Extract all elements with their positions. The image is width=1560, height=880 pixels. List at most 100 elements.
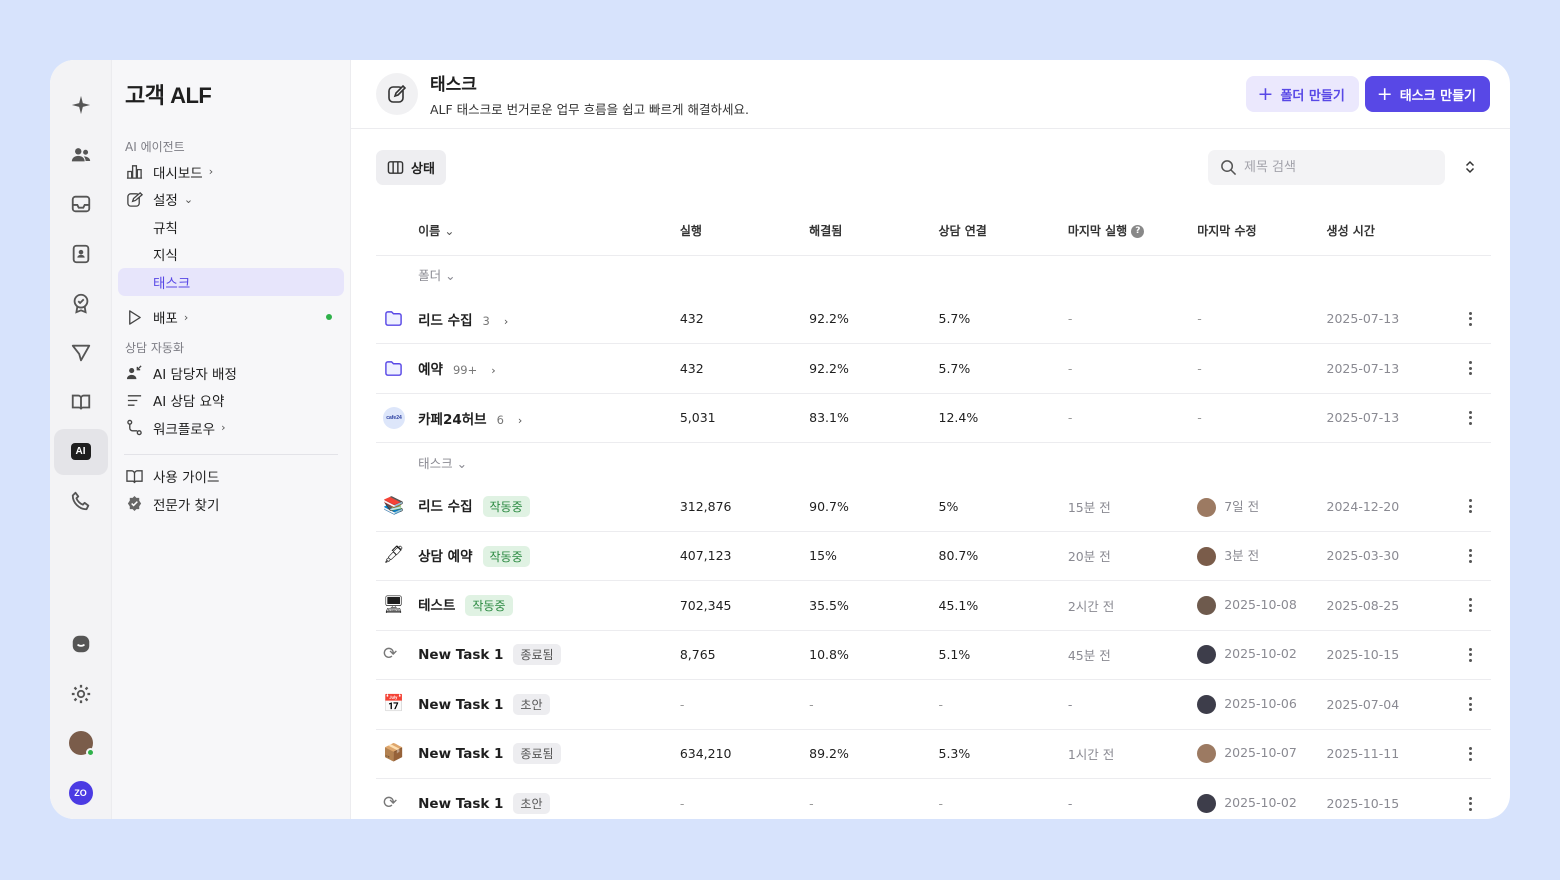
chevron-down-icon: ⌄ xyxy=(452,455,468,471)
sidebar-item-expert[interactable]: 전문가 찾기 xyxy=(118,490,344,518)
create-folder-label: 폴더 만들기 xyxy=(1280,88,1345,104)
more-vertical-icon[interactable] xyxy=(1451,796,1491,811)
task-row[interactable]: 🖋 상담 예약 작동중 407,123 15% 80.7% 20분 전 3분 전 2025-03… xyxy=(376,531,1491,581)
cell-resolved: 10.8% xyxy=(809,630,939,680)
user-avatar[interactable] xyxy=(54,720,108,766)
workflow-icon xyxy=(125,419,143,437)
more-vertical-icon[interactable] xyxy=(1451,598,1491,613)
help-icon[interactable]: ? xyxy=(1131,225,1145,239)
more-vertical-icon[interactable] xyxy=(1451,647,1491,662)
last-modified-text: 2025-10-06 xyxy=(1224,695,1297,711)
row-name: New Task 1 xyxy=(418,796,504,812)
inbox-icon[interactable] xyxy=(54,181,108,227)
folder-row[interactable]: cafe24 카페24허브 6 › 5,031 83.1% 12.4% - -2025-07-1… xyxy=(376,393,1491,443)
sort-toggle-button[interactable] xyxy=(1455,152,1485,182)
folder-row[interactable]: 리드 수집 3 › 432 92.2% 5.7% - -2025-07-13 xyxy=(376,294,1491,344)
more-vertical-icon[interactable] xyxy=(1451,746,1491,761)
more-vertical-icon[interactable] xyxy=(1451,548,1491,563)
cell-last-run: - xyxy=(1067,796,1073,811)
sidebar-item-knowledge[interactable]: 지식 xyxy=(118,241,344,269)
cell-last-run: - xyxy=(1067,294,1198,344)
task-row[interactable]: ⟳ New Task 1 초안 - - - - 2025-10-02 2025-10-15 xyxy=(376,779,1491,820)
gear-icon[interactable] xyxy=(54,671,108,717)
chevron-down-icon: ⌄ xyxy=(444,224,455,239)
create-task-button[interactable]: + 태스크 만들기 xyxy=(1364,76,1490,112)
column-header-created: 생성 시간 xyxy=(1326,207,1451,256)
view-status-button[interactable]: 상태 xyxy=(376,149,446,185)
cell-created: 2025-07-13 xyxy=(1326,343,1451,394)
search-box[interactable] xyxy=(1208,149,1445,185)
group-row-folders[interactable]: 폴더 ⌄ xyxy=(376,255,1491,294)
sidebar-item-ai-summary[interactable]: AI 상담 요약 xyxy=(118,387,344,415)
sidebar-item-deploy[interactable]: 배포 › xyxy=(118,304,344,332)
menu-column-header xyxy=(1450,207,1491,256)
cell-created: 2025-07-13 xyxy=(1326,294,1451,344)
plus-icon: + xyxy=(1257,82,1274,105)
folder-count: 6 xyxy=(496,412,504,427)
users-icon[interactable] xyxy=(54,132,108,178)
row-menu-cell xyxy=(1450,679,1491,730)
group-row-tasks[interactable]: 태스크 ⌄ xyxy=(376,443,1491,482)
cell-created: 2025-11-11 xyxy=(1326,729,1451,779)
table-header-row: 이름 ⌄ 실행 해결됨 상담 연결 마지막 실행 ? 마지막 수정 생성 시간 xyxy=(376,207,1491,256)
more-vertical-icon[interactable] xyxy=(1451,361,1491,376)
chevron-right-icon[interactable]: › xyxy=(491,364,495,377)
badge-check-icon[interactable] xyxy=(54,280,108,326)
task-row[interactable]: 🖥 테스트 작동중 702,345 35.5% 45.1% 2시간 전 2025-10-08 2… xyxy=(376,580,1491,631)
sidebar-item-guide[interactable]: 사용 가이드 xyxy=(118,463,344,491)
chevron-right-icon[interactable]: › xyxy=(518,414,522,427)
ai-nav-item[interactable]: AI xyxy=(53,428,108,475)
cell-last-modified: - xyxy=(1197,393,1327,443)
task-row[interactable]: 📅 New Task 1 초안 - - - -2025-10-06 2025-07-04 xyxy=(376,679,1491,730)
view-status-label: 상태 xyxy=(411,161,435,177)
sidebar-item-label: 대시보드 xyxy=(153,165,203,182)
sparkle-icon[interactable] xyxy=(54,82,108,128)
column-header-run: 실행 xyxy=(679,207,810,256)
task-emoji-icon: 🖋 xyxy=(383,545,405,566)
row-menu-cell xyxy=(1450,393,1491,443)
sidebar-item-tasks[interactable]: 태스크 xyxy=(118,268,344,296)
last-modified-text: 7일 전 xyxy=(1224,498,1260,514)
phone-icon[interactable] xyxy=(54,478,108,524)
cell-last-run: - xyxy=(1067,343,1198,394)
search-icon xyxy=(1221,159,1237,175)
cell-run: - xyxy=(679,796,685,811)
task-row[interactable]: 📦 New Task 1 종료됨 634,210 89.2% 5.3% 1시간 전 2025-… xyxy=(376,729,1491,779)
more-vertical-icon[interactable] xyxy=(1451,311,1491,326)
column-header-name[interactable]: 이름 ⌄ xyxy=(418,207,680,256)
last-modified-text: 2025-10-02 xyxy=(1224,795,1297,810)
sidebar-item-ai-assign[interactable]: AI 담당자 배정 xyxy=(118,359,344,387)
deploy-status-dot xyxy=(326,314,332,321)
contact-card-icon[interactable] xyxy=(54,231,108,277)
task-emoji-icon: 📅 xyxy=(383,693,405,714)
sidebar-item-dashboard[interactable]: 대시보드 › xyxy=(118,158,344,186)
cell-connect: - xyxy=(938,679,1068,730)
page-title: 태스크 xyxy=(430,75,477,95)
chat-smile-icon[interactable] xyxy=(54,621,108,667)
more-vertical-icon[interactable] xyxy=(1451,410,1491,425)
book-icon[interactable] xyxy=(54,379,108,425)
sidebar-item-rules[interactable]: 규칙 xyxy=(118,213,344,241)
cell-name: 테스트 작동중 xyxy=(418,580,680,631)
task-row[interactable]: ⟳ New Task 1 종료됨 8,765 10.8% 5.1% 45분 전 2025-10… xyxy=(376,630,1491,680)
app-window: AI ZO 고객 ALF AI 에이전트 대시보드 › 설정 ⌄ 규칙 지식 태… xyxy=(50,60,1510,819)
avatar xyxy=(1197,744,1217,764)
search-input[interactable] xyxy=(1244,159,1424,175)
folder-row[interactable]: 예약 99+ › 432 92.2% 5.7% - -2025-07-13 xyxy=(376,343,1491,394)
row-icon-cell: 📅 xyxy=(376,679,419,730)
text-lines-icon xyxy=(125,391,143,409)
folder-count: 3 xyxy=(482,313,490,328)
status-badge: 종료됨 xyxy=(513,644,561,666)
sidebar-item-workflow[interactable]: 워크플로우 › xyxy=(118,414,344,442)
create-folder-button[interactable]: + 폴더 만들기 xyxy=(1245,76,1359,112)
more-vertical-icon[interactable] xyxy=(1451,697,1491,712)
sidebar-item-settings[interactable]: 설정 ⌄ xyxy=(118,186,344,214)
icon-rail: AI ZO xyxy=(50,60,112,819)
more-vertical-icon[interactable] xyxy=(1451,499,1491,513)
send-icon[interactable] xyxy=(54,330,108,376)
row-menu-cell xyxy=(1450,294,1491,344)
chevron-right-icon[interactable]: › xyxy=(504,315,508,328)
workspace-logo[interactable]: ZO xyxy=(54,770,108,816)
sidebar: 고객 ALF AI 에이전트 대시보드 › 설정 ⌄ 규칙 지식 태스크 배포 … xyxy=(112,60,351,819)
task-row[interactable]: 📚 리드 수집 작동중 312,876 90.7% 5% 15분 전 7일 전 2024-12-… xyxy=(376,481,1491,532)
